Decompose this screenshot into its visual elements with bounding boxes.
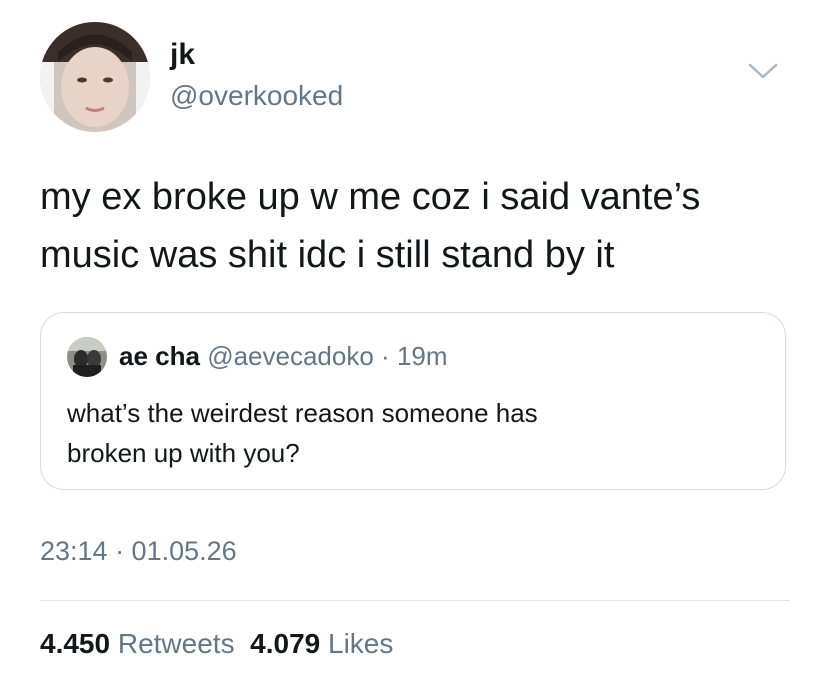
quoted-avatar-photo: [67, 337, 107, 377]
quoted-text-line: what’s the weirdest reason someone has: [67, 398, 538, 428]
avatar-photo: [40, 22, 150, 132]
quoted-handle[interactable]: @aevecadoko: [207, 341, 374, 371]
quoted-time: 19m: [396, 341, 448, 371]
quoted-display-name[interactable]: ae cha: [119, 341, 200, 371]
author-handle[interactable]: @overkooked: [170, 82, 343, 110]
tweet-text: my ex broke up w me coz i said vante’s m…: [40, 168, 800, 284]
quoted-tweet-card[interactable]: ae cha @aevecadoko · 19m what’s the weir…: [40, 312, 786, 490]
likes-count: 4.079: [250, 628, 321, 659]
tweet-timestamp[interactable]: 23:14 · 01.05.26: [40, 538, 237, 565]
tweet-text-line: music was shit idc i still stand by it: [40, 234, 615, 276]
retweets-label: Retweets: [117, 628, 235, 659]
likes-stat[interactable]: 4.079 Likes: [250, 628, 393, 659]
likes-label: Likes: [328, 628, 394, 659]
quoted-tweet-text: what’s the weirdest reason someone has b…: [67, 393, 757, 473]
quoted-text-line: broken up with you?: [67, 438, 300, 468]
tweet-text-line: my ex broke up w me coz i said vante’s: [40, 176, 701, 218]
quoted-separator: ·: [381, 341, 390, 371]
author-display-name[interactable]: jk: [170, 40, 195, 70]
chevron-down-icon[interactable]: [746, 60, 780, 82]
author-avatar[interactable]: [40, 22, 150, 132]
engagement-stats: 4.450 Retweets 4.079 Likes: [40, 630, 393, 658]
retweets-stat[interactable]: 4.450 Retweets: [40, 628, 235, 659]
quoted-tweet-header: ae cha @aevecadoko · 19m: [119, 343, 448, 369]
retweets-count: 4.450: [40, 628, 111, 659]
divider: [40, 600, 790, 601]
quoted-author-avatar: [67, 337, 107, 377]
